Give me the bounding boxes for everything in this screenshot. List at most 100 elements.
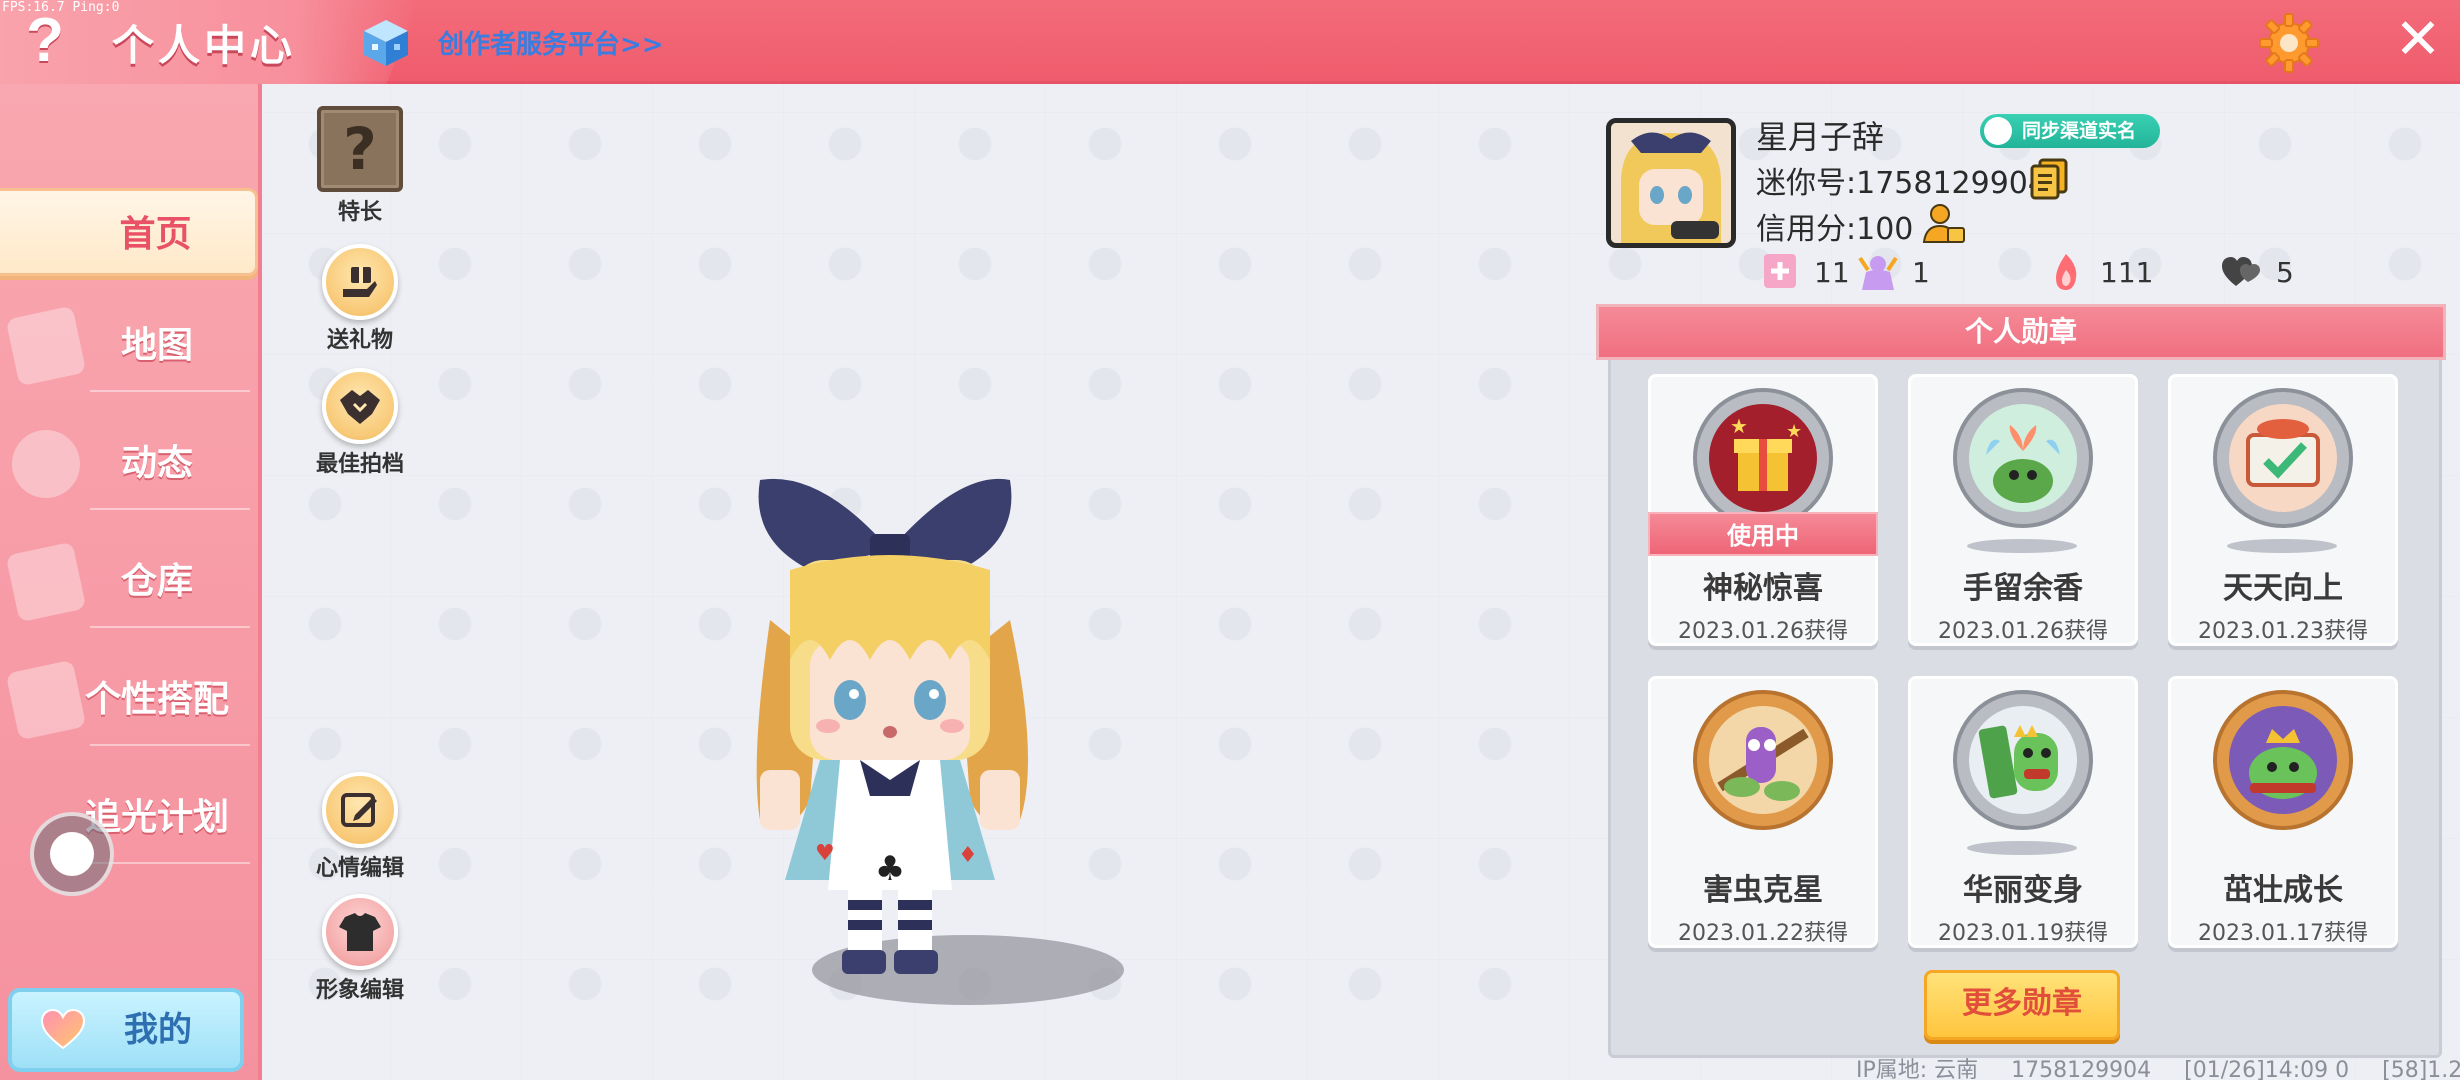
svg-text:♥: ♥ [815,841,835,866]
mood-edit-label: 心情编辑 [315,856,404,881]
appearance-edit-label: 形象编辑 [315,978,404,1003]
avatar-portrait-icon [1611,123,1731,243]
medal-date: 2023.01.22获得 [1678,921,1848,946]
map-icon [5,305,87,387]
sidebar-item-home[interactable]: 首页 [0,188,258,276]
avatar[interactable] [1606,118,1736,248]
stat-value: 111 [2100,255,2154,289]
user-icon [1984,117,2012,145]
footer-id: 1758129904 [2011,1058,2152,1080]
sidebar-item-label: 动态 [120,443,193,484]
sidebar: 首页 地图 动态 仓库 个性搭配 追光计划 [0,84,262,1080]
footer-info: IP属地: 云南 1758129904 [01/26]14:09 0 [58]1… [1856,1052,2460,1080]
sidebar-item-label: 首页 [119,214,192,255]
medal-card[interactable]: ★ ★ 神秘惊喜 2023.01.26获得 [1648,374,1878,646]
avatar-character[interactable]: ♣ ♥ ♦ [720,460,1060,1000]
virtual-joystick[interactable] [30,812,114,896]
send-gift-label: 送礼物 [326,328,393,353]
in-use-badge: 使用中 [1648,512,1878,556]
send-gift-action[interactable]: 送礼物 [300,244,420,354]
medal-name: 神秘惊喜 [1703,571,1823,606]
skill-action[interactable]: ? 特长 [300,106,420,226]
medal-card[interactable]: 茁壮成长 2023.01.17获得 [2168,676,2398,948]
best-partner-action[interactable]: 最佳拍档 [300,368,420,478]
medal-date: 2023.01.17获得 [2198,921,2368,946]
footer-time: [01/26]14:09 0 [2184,1058,2350,1080]
mystery-box-icon: ? [317,106,403,192]
medal-date: 2023.01.26获得 [1938,619,2108,644]
mood-edit-action[interactable]: 心情编辑 [300,772,420,882]
svg-text:♦: ♦ [958,843,978,868]
medal-panel-title: 个人勋章 [1596,304,2446,360]
divider [90,508,250,510]
medal-card[interactable]: 天天向上 2023.01.23获得 [2168,374,2398,646]
username: 星月子辞 [1756,118,1885,156]
flag-icon [1764,254,1796,288]
top-bar: ? 个人中心 创作者服务平台>> ✕ [0,0,2460,84]
cube-icon[interactable] [362,18,410,68]
medal-card[interactable]: 华丽变身 2023.01.19获得 [1908,676,2138,948]
storage-icon [5,541,87,623]
medal-name: 华丽变身 [1963,873,2083,908]
mine-label: 我的 [124,1010,192,1050]
sidebar-item-outfit[interactable]: 个性搭配 [0,656,258,744]
bell-icon [5,423,87,505]
svg-text:★: ★ [1786,421,1802,442]
mine-button[interactable]: 我的 [8,988,244,1072]
gift-medal-icon: ★ ★ [1693,388,1833,528]
dino-medal-icon [1953,690,2093,830]
heart-icon [40,1008,86,1050]
handshake-icon [322,368,398,444]
stat-fans: 1 [1858,250,1930,294]
divider [90,390,250,392]
medal-name: 茁壮成长 [2223,873,2343,908]
sync-realname-button[interactable]: 同步渠道实名 [1980,114,2160,148]
sidebar-item-label: 地图 [120,325,193,366]
gift-icon [322,244,398,320]
edit-icon [322,772,398,848]
sidebar-item-map[interactable]: 地图 [0,302,258,390]
medal-date: 2023.01.26获得 [1678,619,1848,644]
flower-medal-icon [1953,388,2093,528]
medal-shadow [1967,841,2077,855]
mini-id: 迷你号:1758129904 [1756,166,2047,201]
stat-value: 1 [1912,255,1930,289]
medal-name: 害虫克星 [1703,873,1823,908]
svg-text:♣: ♣ [875,849,905,889]
skill-label: 特长 [337,200,382,225]
sidebar-item-feed[interactable]: 动态 [0,420,258,508]
medal-name: 手留余香 [1963,571,2083,606]
medal-name: 天天向上 [2223,571,2343,606]
medal-card[interactable]: 害虫克星 2023.01.22获得 [1648,676,1878,948]
help-icon[interactable]: ? [20,8,70,74]
stat-popularity: 111 [2046,250,2153,294]
divider [90,744,250,746]
sync-realname-label: 同步渠道实名 [2022,120,2137,142]
copy-icon[interactable] [2030,158,2068,200]
bug-medal-icon [1693,690,1833,830]
sidebar-item-label: 个性搭配 [84,679,229,720]
sidebar-item-storage[interactable]: 仓库 [0,538,258,626]
svg-text:★: ★ [1730,414,1748,438]
page-title: 个人中心 [112,21,297,70]
appearance-edit-action[interactable]: 形象编辑 [300,894,420,1004]
checklist-medal-icon [2213,388,2353,528]
fps-readout: FPS:16.7 Ping:0 [2,0,120,15]
outfit-icon [5,659,87,741]
footer-version: [58]1.23.0 [2382,1058,2460,1080]
medal-shadow [1967,539,2077,553]
close-icon[interactable]: ✕ [2390,10,2446,70]
more-medals-button[interactable]: 更多勋章 [1924,970,2120,1040]
king-medal-icon [2213,690,2353,830]
stat-flag: 11 [1760,250,1850,294]
medal-date: 2023.01.19获得 [1938,921,2108,946]
creator-platform-link[interactable]: 创作者服务平台>> [438,24,664,61]
hearts-icon [2222,257,2260,286]
outfit-edit-icon [322,894,398,970]
gear-icon[interactable] [2258,12,2320,74]
ip-location: IP属地: 云南 [1856,1058,1979,1080]
sidebar-item-label: 仓库 [120,561,193,602]
medal-card[interactable]: 手留余香 2023.01.26获得 [1908,374,2138,646]
divider [90,862,250,864]
credit-user-icon[interactable] [1922,202,1966,246]
